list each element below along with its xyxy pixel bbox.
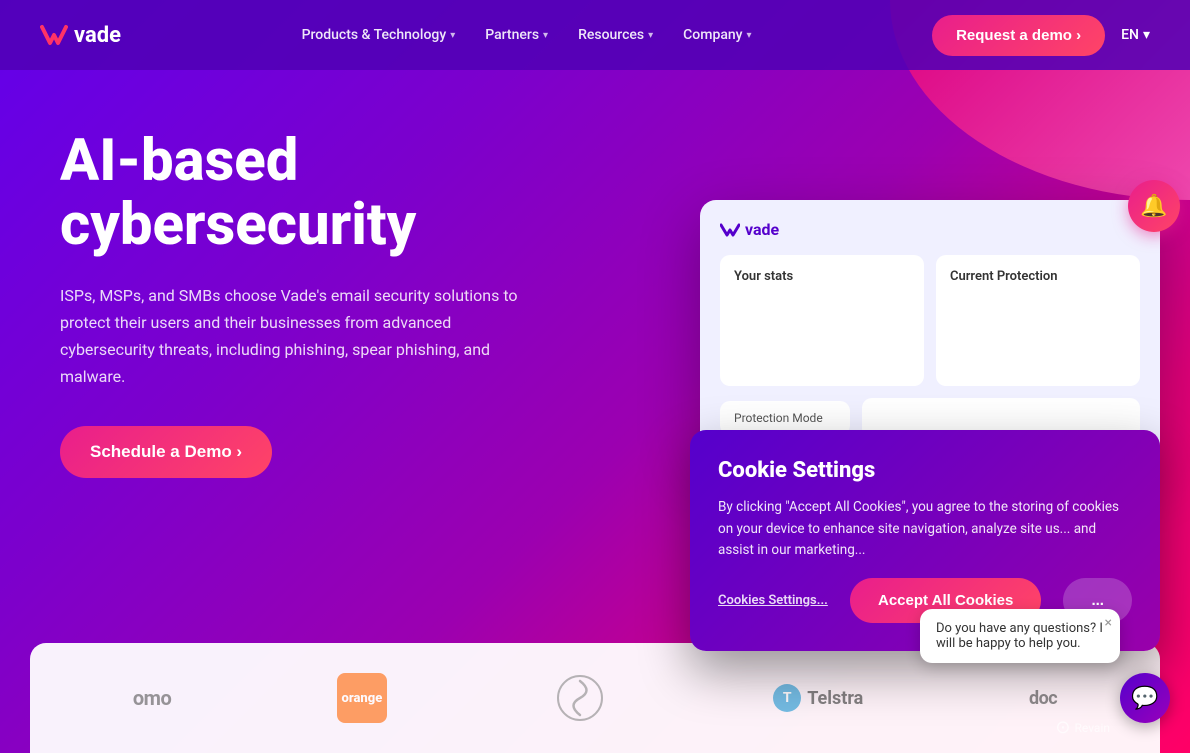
dashboard-header: vade (720, 220, 1140, 239)
chat-icon: 💬 (1131, 686, 1158, 711)
nav-right: Request a demo › EN ▾ (932, 15, 1150, 56)
stats-panel-content (734, 292, 910, 372)
chat-avatar-button[interactable]: 💬 (1120, 673, 1170, 723)
nav-item-products[interactable]: Products & Technology ▾ (302, 27, 456, 43)
swirl-logo-svg (553, 671, 608, 726)
logo-omo: omo (133, 686, 171, 710)
close-icon[interactable]: × (1105, 615, 1112, 631)
chat-popup: × Do you have any questions? I will be h… (970, 609, 1170, 723)
stats-panel-title: Your stats (734, 269, 910, 284)
dashboard-vade-icon (720, 222, 740, 238)
logo-swirl (553, 671, 608, 726)
nav-link-resources[interactable]: Resources ▾ (578, 27, 653, 43)
chevron-down-icon: ▾ (1143, 27, 1150, 43)
notification-bell-button[interactable]: 🔔 (1128, 180, 1180, 232)
schedule-demo-button[interactable]: Schedule a Demo › (60, 426, 272, 478)
cookie-settings-link[interactable]: Cookies Settings... (718, 593, 828, 608)
dashboard-card: 🔔 vade Your stats Current Protecti (700, 200, 1160, 458)
nav-link-company[interactable]: Company ▾ (683, 27, 751, 43)
chevron-down-icon: ▾ (543, 30, 548, 41)
dashboard-panels: Your stats Current Protection (720, 255, 1140, 386)
chevron-down-icon: ▾ (450, 30, 455, 41)
telstra-icon: T (773, 684, 801, 712)
nav-item-partners[interactable]: Partners ▾ (485, 27, 548, 43)
revain-icon: ⊙ (1055, 717, 1070, 738)
chat-bubble: × Do you have any questions? I will be h… (920, 609, 1120, 663)
cookie-modal-title: Cookie Settings (718, 458, 1132, 483)
orange-box: orange (337, 673, 387, 723)
logo-telstra: T Telstra (773, 684, 863, 712)
navbar: vade Products & Technology ▾ Partners ▾ … (0, 0, 1190, 70)
nav-item-resources[interactable]: Resources ▾ (578, 27, 653, 43)
hero-section: AI-based cybersecurity ISPs, MSPs, and S… (0, 70, 1190, 478)
stats-panel: Your stats (720, 255, 924, 386)
dashboard-logo: vade (720, 220, 779, 239)
logo-orange: orange (337, 673, 387, 723)
chevron-down-icon: ▾ (747, 30, 752, 41)
nav-links: Products & Technology ▾ Partners ▾ Resou… (302, 27, 752, 43)
vade-logo-icon (40, 23, 68, 47)
revain-badge: ⊙ Revain (1055, 717, 1110, 738)
protection-panel-content (950, 292, 1126, 372)
hero-subtitle: ISPs, MSPs, and SMBs choose Vade's email… (60, 282, 520, 391)
nav-link-products[interactable]: Products & Technology ▾ (302, 27, 456, 43)
hero-title: AI-based cybersecurity (60, 130, 560, 258)
nav-link-partners[interactable]: Partners ▾ (485, 27, 548, 43)
language-selector[interactable]: EN ▾ (1121, 27, 1150, 43)
logo[interactable]: vade (40, 23, 121, 48)
chevron-down-icon: ▾ (648, 30, 653, 41)
hero-text: AI-based cybersecurity ISPs, MSPs, and S… (60, 130, 560, 478)
revain-text: Revain (1075, 721, 1110, 735)
protection-panel: Current Protection (936, 255, 1140, 386)
request-demo-button[interactable]: Request a demo › (932, 15, 1105, 56)
nav-item-company[interactable]: Company ▾ (683, 27, 751, 43)
hero-visual: 🔔 vade Your stats Current Protecti (700, 200, 1160, 458)
logo-text: vade (74, 23, 121, 48)
cookie-modal-body: By clicking "Accept All Cookies", you ag… (718, 497, 1132, 562)
bell-icon: 🔔 (1140, 194, 1167, 219)
protection-panel-title: Current Protection (950, 269, 1126, 284)
